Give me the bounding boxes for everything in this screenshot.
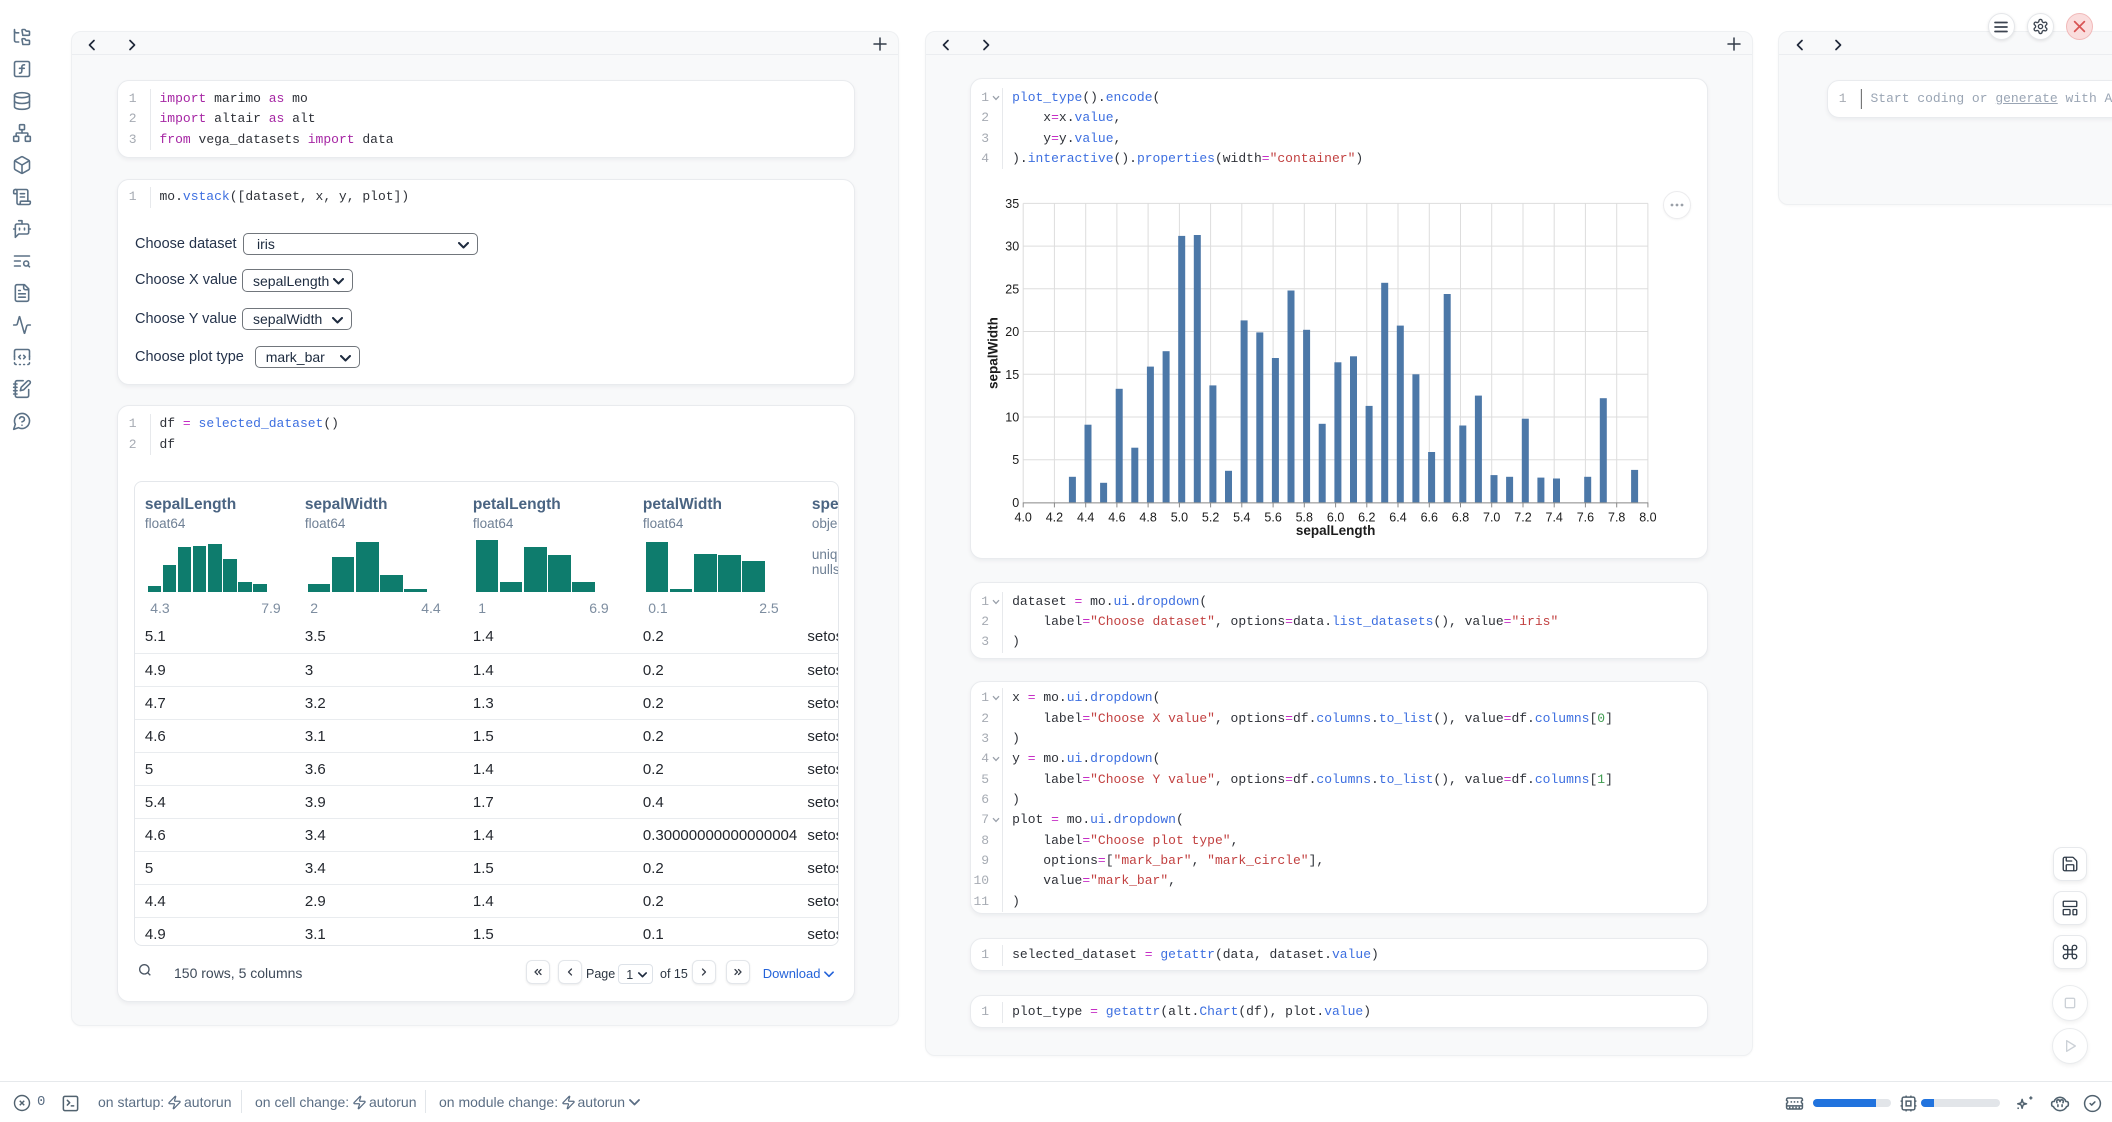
svg-text:8.0: 8.0: [1639, 511, 1656, 525]
svg-text:5: 5: [1012, 453, 1019, 467]
svg-text:20: 20: [1005, 325, 1019, 339]
svg-text:4.6: 4.6: [1108, 511, 1125, 525]
svg-text:5.4: 5.4: [1233, 511, 1250, 525]
svg-text:6.4: 6.4: [1389, 511, 1406, 525]
svg-text:10: 10: [1005, 411, 1019, 425]
svg-text:30: 30: [1005, 240, 1019, 254]
svg-text:4.2: 4.2: [1046, 511, 1063, 525]
svg-text:4.4: 4.4: [1077, 511, 1094, 525]
svg-text:4.8: 4.8: [1139, 511, 1156, 525]
svg-text:5.0: 5.0: [1171, 511, 1188, 525]
svg-text:4.0: 4.0: [1015, 511, 1032, 525]
svg-text:5.6: 5.6: [1264, 511, 1281, 525]
svg-text:7.6: 7.6: [1577, 511, 1594, 525]
svg-text:sepalWidth: sepalWidth: [986, 317, 1001, 389]
svg-text:15: 15: [1005, 368, 1019, 382]
svg-text:35: 35: [1005, 197, 1019, 211]
svg-text:0: 0: [1012, 496, 1019, 510]
svg-text:7.8: 7.8: [1608, 511, 1625, 525]
svg-text:sepalLength: sepalLength: [1296, 523, 1376, 538]
svg-text:6.8: 6.8: [1452, 511, 1469, 525]
svg-text:25: 25: [1005, 282, 1019, 296]
svg-text:5.2: 5.2: [1202, 511, 1219, 525]
svg-text:7.4: 7.4: [1546, 511, 1563, 525]
svg-text:6.6: 6.6: [1421, 511, 1438, 525]
svg-text:7.2: 7.2: [1514, 511, 1531, 525]
svg-text:7.0: 7.0: [1483, 511, 1500, 525]
